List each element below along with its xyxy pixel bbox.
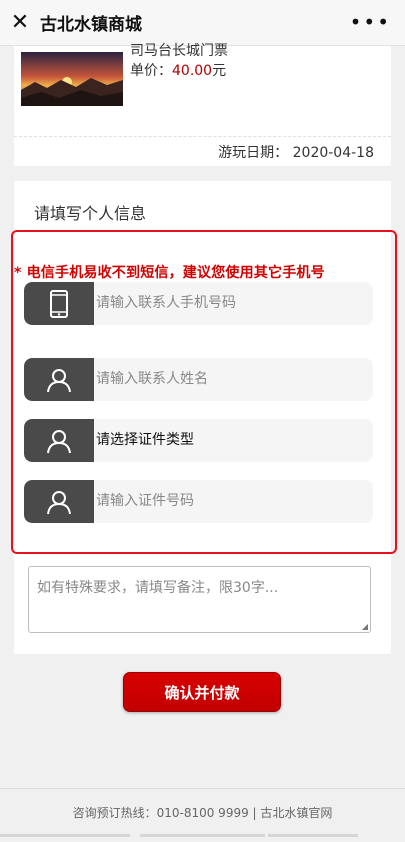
bottom-tab-indicator: [0, 834, 405, 838]
remark-placeholder: 如有特殊要求，请填写备注，限30字...: [37, 580, 279, 596]
more-icon[interactable]: •••: [350, 10, 391, 34]
name-input[interactable]: 请输入联系人姓名: [96, 358, 208, 401]
id-number-input[interactable]: 请输入证件号码: [96, 480, 194, 523]
product-name: 司马台长城门票: [130, 43, 228, 59]
user-icon: [24, 358, 94, 401]
user-icon: [24, 480, 94, 523]
close-icon[interactable]: ✕: [0, 0, 40, 46]
phone-icon: [24, 282, 94, 325]
user-icon: [24, 419, 94, 462]
price-label: 单价：: [130, 63, 172, 79]
sms-warning: * 电信手机易收不到短信，建议您使用其它手机号: [14, 265, 325, 281]
id-number-field[interactable]: 请输入证件号码: [24, 480, 373, 523]
price-value: 40.00: [172, 63, 213, 79]
phone-field[interactable]: 请输入联系人手机号码: [24, 282, 373, 325]
resize-handle-icon[interactable]: ◢: [362, 622, 368, 631]
price-unit: 元: [212, 63, 227, 79]
form-title: 请填写个人信息: [34, 204, 147, 223]
divider: [14, 136, 391, 137]
phone-input[interactable]: 请输入联系人手机号码: [96, 282, 236, 325]
footer-divider: [0, 788, 405, 789]
footer-hotline: 咨询预订热线：010-8100 9999 | 古北水镇官网: [72, 806, 333, 820]
id-type-field[interactable]: 请选择证件类型: [24, 419, 373, 462]
name-field[interactable]: 请输入联系人姓名: [24, 358, 373, 401]
remark-textarea[interactable]: 如有特殊要求，请填写备注，限30字... ◢: [28, 566, 371, 633]
id-type-select[interactable]: 请选择证件类型: [96, 419, 194, 462]
order-summary-card: 司马台长城门票 单价：40.00元 游玩日期： 2020-04-18: [14, 43, 391, 166]
visit-date: 游玩日期： 2020-04-18: [218, 142, 374, 162]
unit-price: 单价：40.00元: [130, 60, 226, 80]
product-image: [21, 52, 123, 106]
date-label: 游玩日期：: [218, 145, 289, 161]
confirm-pay-button[interactable]: 确认并付款: [123, 672, 281, 712]
date-value: 2020-04-18: [292, 145, 374, 161]
page-title: 古北水镇商城: [40, 15, 142, 35]
